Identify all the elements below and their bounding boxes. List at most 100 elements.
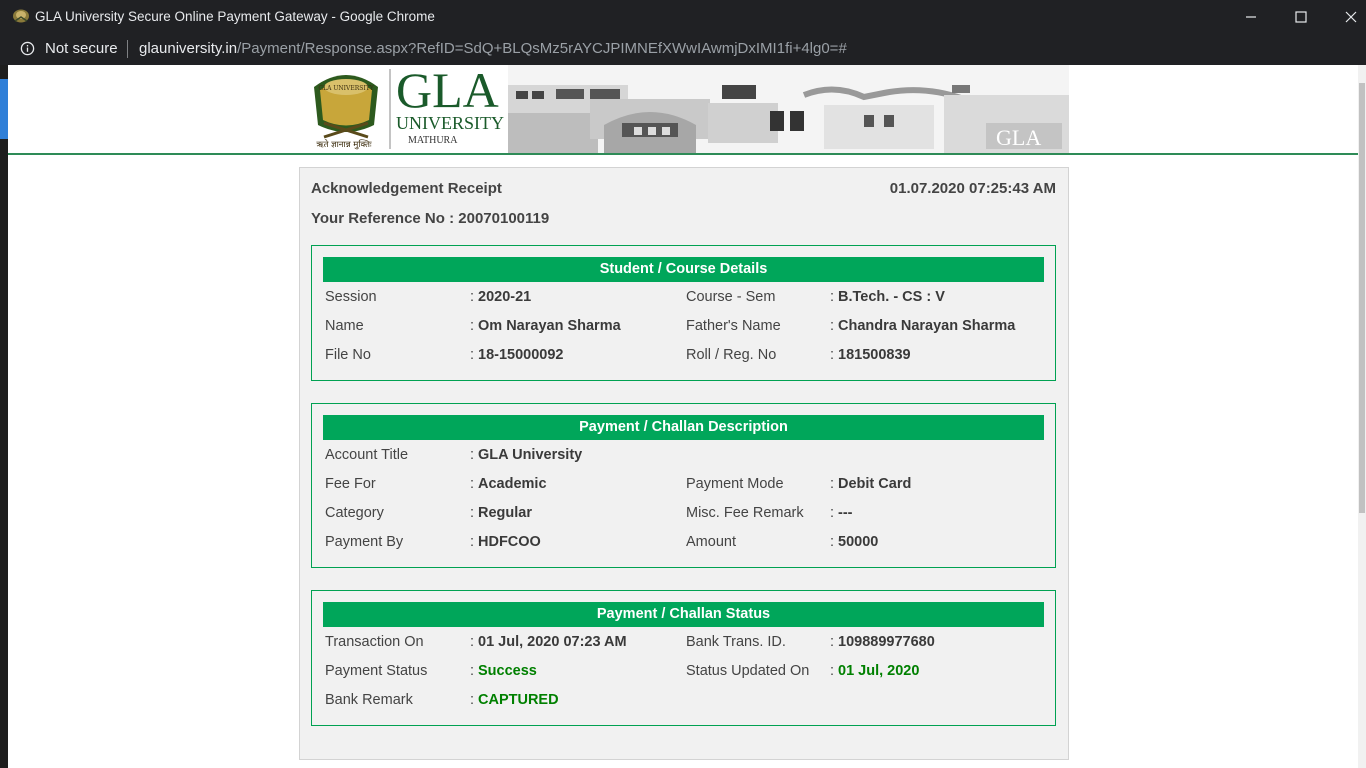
logo-gla-text: GLA xyxy=(396,65,499,118)
address-divider xyxy=(127,40,128,58)
scrollbar-thumb[interactable] xyxy=(1359,83,1365,513)
roll-no-label: Roll / Reg. No xyxy=(686,347,777,363)
file-no-label: File No xyxy=(325,347,371,363)
minimize-button[interactable] xyxy=(1228,0,1274,33)
fee-for-value: Academic xyxy=(478,476,547,492)
session-value: 2020-21 xyxy=(478,289,532,305)
banner-graphic: GLA UNIVERSITY ऋते ज्ञानान्न मुक्तिः GLA… xyxy=(314,65,1069,153)
name-value: Om Narayan Sharma xyxy=(478,318,621,334)
payment-mode-label: Payment Mode xyxy=(686,476,784,492)
father-name-value: Chandra Narayan Sharma xyxy=(838,318,1016,334)
student-course-section: Student / Course Details Session : 2020-… xyxy=(311,245,1056,381)
colon: : xyxy=(470,347,475,363)
window-title: GLA University Secure Online Payment Gat… xyxy=(35,9,435,24)
reference-value: 20070100119 xyxy=(458,210,550,227)
misc-fee-remark-value: --- xyxy=(838,505,853,521)
url-text[interactable]: glauniversity.in/Payment/Response.aspx?R… xyxy=(139,40,847,57)
logo-city-text: MATHURA xyxy=(408,135,458,146)
misc-fee-remark-label: Misc. Fee Remark xyxy=(686,505,804,521)
colon: : xyxy=(470,634,475,650)
section-heading: Student / Course Details xyxy=(323,257,1044,282)
colon: : xyxy=(470,476,475,492)
category-value: Regular xyxy=(478,505,532,521)
fee-for-label: Fee For xyxy=(325,476,376,492)
session-label: Session xyxy=(325,289,377,305)
colon: : xyxy=(470,447,475,463)
detail-row: Payment By : HDFCOO Amount : 50000 xyxy=(312,534,1057,554)
campus-photo: GLA xyxy=(508,65,1069,153)
svg-text:ऋते ज्ञानान्न मुक्तिः: ऋते ज्ञानान्न मुक्तिः xyxy=(316,139,372,150)
colon: : xyxy=(470,505,475,521)
left-window-edge xyxy=(0,65,8,768)
category-label: Category xyxy=(325,505,384,521)
name-label: Name xyxy=(325,318,364,334)
payment-status-label: Payment Status xyxy=(325,663,428,679)
svg-text:GLA UNIVERSITY: GLA UNIVERSITY xyxy=(318,85,374,92)
logo-university-text: UNIVERSITY xyxy=(396,113,504,133)
colon: : xyxy=(470,318,475,334)
payment-status-value: Success xyxy=(478,663,537,679)
detail-row: Name : Om Narayan Sharma Father's Name :… xyxy=(312,318,1057,338)
amount-value: 50000 xyxy=(838,534,879,550)
colon: : xyxy=(830,534,835,550)
payment-by-value: HDFCOO xyxy=(478,534,541,550)
page-viewport: GLA UNIVERSITY ऋते ज्ञानान्न मुक्तिः GLA… xyxy=(8,65,1358,768)
bank-trans-id-label: Bank Trans. ID. xyxy=(686,634,786,650)
transaction-on-label: Transaction On xyxy=(325,634,424,650)
background-window-edge xyxy=(0,79,8,139)
section-heading: Payment / Challan Status xyxy=(323,602,1044,627)
roll-no-value: 181500839 xyxy=(838,347,911,363)
reference-label: Your Reference No : xyxy=(311,210,459,227)
site-favicon-icon xyxy=(13,9,29,23)
info-icon[interactable] xyxy=(20,41,35,56)
bank-remark-value: CAPTURED xyxy=(478,692,559,708)
colon: : xyxy=(830,347,835,363)
window-titlebar: GLA University Secure Online Payment Gat… xyxy=(0,0,1366,33)
detail-row: Payment Status : Success Status Updated … xyxy=(312,663,1057,683)
acknowledgement-receipt: Acknowledgement Receipt 01.07.2020 07:25… xyxy=(299,167,1069,760)
course-sem-label: Course - Sem xyxy=(686,289,776,305)
colon: : xyxy=(830,289,835,305)
close-icon xyxy=(1345,11,1357,22)
bank-trans-id-value: 109889977680 xyxy=(838,634,935,650)
account-title-value: GLA University xyxy=(478,447,583,463)
maximize-button[interactable] xyxy=(1278,0,1324,33)
colon: : xyxy=(830,505,835,521)
file-no-value: 18-15000092 xyxy=(478,347,564,363)
colon: : xyxy=(470,289,475,305)
colon: : xyxy=(470,663,475,679)
payment-by-label: Payment By xyxy=(325,534,404,550)
reference-number: Your Reference No : 20070100119 xyxy=(311,210,549,227)
detail-row: File No : 18-15000092 Roll / Reg. No : 1… xyxy=(312,347,1057,367)
detail-row: Bank Remark : CAPTURED xyxy=(312,692,1057,712)
header-divider xyxy=(8,153,1358,155)
watermark-gla-text: GLA xyxy=(996,125,1041,150)
payment-mode-value: Debit Card xyxy=(838,476,912,492)
university-banner: GLA UNIVERSITY ऋते ज्ञानान्न मुक्तिः GLA… xyxy=(304,65,1069,153)
address-bar[interactable]: Not secure glauniversity.in/Payment/Resp… xyxy=(0,33,1366,65)
account-title-label: Account Title xyxy=(325,447,409,463)
detail-row: Fee For : Academic Payment Mode : Debit … xyxy=(312,476,1057,496)
transaction-on-value: 01 Jul, 2020 07:23 AM xyxy=(478,634,627,650)
minimize-icon xyxy=(1246,15,1256,18)
security-status-label[interactable]: Not secure xyxy=(45,40,118,57)
status-updated-on-label: Status Updated On xyxy=(686,663,810,679)
receipt-datetime: 01.07.2020 07:25:43 AM xyxy=(889,180,1056,197)
amount-label: Amount xyxy=(686,534,736,550)
colon: : xyxy=(470,692,475,708)
detail-row: Account Title : GLA University xyxy=(312,447,1057,467)
colon: : xyxy=(830,476,835,492)
detail-row: Category : Regular Misc. Fee Remark : --… xyxy=(312,505,1057,525)
colon: : xyxy=(830,663,835,679)
scrollbar[interactable] xyxy=(1358,65,1366,768)
close-button[interactable] xyxy=(1328,0,1366,33)
colon: : xyxy=(830,318,835,334)
colon: : xyxy=(830,634,835,650)
course-sem-value: B.Tech. - CS : V xyxy=(838,289,945,305)
payment-description-section: Payment / Challan Description Account Ti… xyxy=(311,403,1056,568)
university-seal-icon: GLA UNIVERSITY ऋते ज्ञानान्न मुक्तिः xyxy=(314,75,378,150)
colon: : xyxy=(470,534,475,550)
section-heading: Payment / Challan Description xyxy=(323,415,1044,440)
detail-row: Transaction On : 01 Jul, 2020 07:23 AM B… xyxy=(312,634,1057,654)
payment-status-section: Payment / Challan Status Transaction On … xyxy=(311,590,1056,726)
